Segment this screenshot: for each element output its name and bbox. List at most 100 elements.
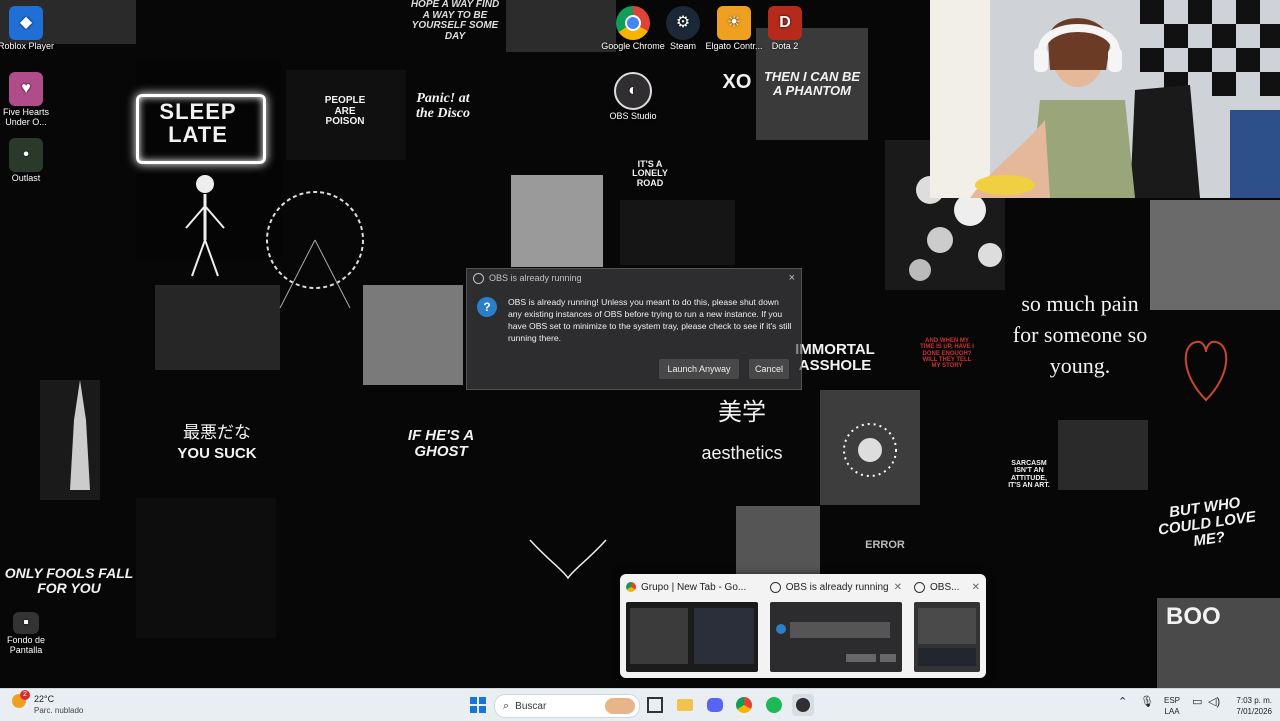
- thumbnail-close-button[interactable]: ✕: [894, 582, 902, 593]
- thumbnail-preview: [914, 602, 980, 672]
- search-icon: ⌕: [503, 699, 510, 712]
- error-text: ERROR: [865, 539, 905, 551]
- people-poison-text: PEOPLE ARE POISON: [324, 95, 366, 127]
- obs-icon: [796, 698, 810, 712]
- collage-tile: [136, 498, 276, 638]
- search-highlight-icon: [605, 698, 635, 714]
- taskbar-file-explorer[interactable]: [674, 694, 696, 716]
- microphone-icon[interactable]: 🎙: [1140, 697, 1154, 708]
- collage-tile: [736, 506, 820, 576]
- but-who-text: BUT WHO COULD LOVE ME?: [1157, 494, 1257, 550]
- thumbnail-title: OBS is already running: [785, 581, 889, 593]
- aesthetics-text: aesthetics: [701, 443, 783, 463]
- thumbnail-close-button[interactable]: ✕: [972, 582, 980, 593]
- lonely-road-text: IT'S A LONELY ROAD: [632, 159, 668, 188]
- desktop-icon-label: OBS Studio: [609, 111, 657, 121]
- tray-overflow-chevron-icon[interactable]: ⌃: [1118, 697, 1127, 708]
- network-icon[interactable]: ▭: [1192, 697, 1202, 708]
- elgato-icon: ☀: [717, 6, 751, 40]
- search-placeholder: Buscar: [515, 700, 547, 712]
- so-much-pain-text: so much pain for someone so young.: [1012, 291, 1148, 378]
- game-icon: ♥: [9, 72, 43, 106]
- desktop-icon-wallpaper[interactable]: ▪ Fondo de Pantalla: [0, 612, 62, 656]
- obs-icon: [914, 581, 925, 593]
- folder-icon: [677, 699, 693, 711]
- firework-icon: [843, 423, 897, 477]
- saiaku-text: 最悪だな: [183, 423, 251, 442]
- dialog-titlebar[interactable]: OBS is already running ×: [467, 269, 801, 287]
- desktop-icon-obs[interactable]: ◐ OBS Studio: [597, 72, 669, 122]
- chrome-icon: [616, 6, 650, 40]
- panic-disco-text: Panic! at the Disco: [415, 91, 471, 121]
- weather-desc: Parc. nublado: [34, 706, 84, 715]
- when-my-time-text: AND WHEN MY TIME IS UP, HAVE I DONE ENOU…: [920, 338, 974, 370]
- collage-tile: [1058, 420, 1148, 490]
- steam-icon: ⚙: [666, 6, 700, 40]
- desktop-icon-label: Roblox Player: [0, 41, 55, 51]
- thumbnail-title: Grupo | New Tab - Go...: [641, 581, 747, 593]
- thumbnail-chrome[interactable]: Grupo | New Tab - Go...: [620, 574, 764, 678]
- obs-icon: ◐: [614, 72, 652, 110]
- obs-icon: [473, 272, 484, 284]
- volume-icon[interactable]: ◁): [1208, 697, 1220, 708]
- immortal-text: IMMORTAL ASSHOLE: [795, 341, 875, 374]
- keyboard-layout: LAA: [1164, 707, 1180, 716]
- only-fools-text: ONLY FOOLS FALL FOR YOU: [4, 565, 134, 596]
- clock-date: 7/01/2026: [1236, 707, 1272, 716]
- bigaku-text: 美学: [718, 399, 766, 426]
- sleep-late-text: SLEEP LATE: [159, 99, 237, 148]
- chrome-icon: [736, 697, 752, 713]
- taskbar: 2 22°C Parc. nublado ⌕ Buscar ⌃ 🎙 ESP LA…: [0, 688, 1280, 721]
- sarcasm-text: SARCASM ISN'T AN ATTITUDE, IT'S AN ART.: [1008, 460, 1050, 490]
- clock-time: 7:03 p. m.: [1236, 696, 1272, 705]
- skeleton-icon: [185, 175, 225, 277]
- taskbar-chrome[interactable]: [733, 694, 755, 716]
- language-code: ESP: [1164, 696, 1181, 705]
- desktop-icon-label: Dota 2: [771, 41, 799, 51]
- roblox-icon: ◆: [9, 6, 43, 40]
- obs-icon: [770, 581, 781, 593]
- desktop-icon-label: Five Hearts Under O...: [2, 107, 49, 127]
- start-button[interactable]: [467, 694, 489, 716]
- task-view-icon: [647, 697, 663, 713]
- ghost-text: IF HE'S A GHOST: [407, 427, 475, 460]
- holding-hands-icon: [529, 539, 607, 580]
- launch-anyway-button[interactable]: Launch Anyway: [659, 359, 739, 379]
- skyscraper-icon: [70, 380, 90, 490]
- collage-tile: [1150, 200, 1280, 310]
- weather-widget[interactable]: 2 22°C Parc. nublado: [10, 690, 100, 718]
- desktop-icon-dota[interactable]: D Dota 2: [749, 6, 821, 52]
- boo-text: BOO: [1166, 603, 1221, 630]
- thumbnail-obs-studio[interactable]: OBS... ✕: [908, 574, 986, 678]
- desktop-icon-outlast[interactable]: • Outlast: [0, 138, 62, 184]
- ferris-wheel-icon: [266, 191, 364, 309]
- thumbnail-preview: [770, 602, 902, 672]
- webcam-feed-image: [930, 0, 1280, 198]
- xo-text: XO: [722, 71, 752, 93]
- collage-tile: [511, 175, 603, 267]
- you-suck-text: YOU SUCK: [177, 445, 257, 462]
- discord-icon: [707, 698, 723, 712]
- taskbar-discord[interactable]: [704, 694, 726, 716]
- phantom-text: THEN I CAN BE A PHANTOM: [763, 69, 861, 98]
- task-view-button[interactable]: [644, 694, 666, 716]
- obs-already-running-dialog: OBS is already running × ? OBS is alread…: [466, 268, 802, 390]
- language-indicator[interactable]: ESP LAA: [1164, 695, 1180, 717]
- desktop-icon-roblox[interactable]: ◆ Roblox Player: [0, 6, 62, 52]
- desktop-icon-label: Outlast: [11, 173, 41, 183]
- taskbar-spotify[interactable]: [763, 694, 785, 716]
- question-icon: ?: [477, 297, 497, 317]
- image-icon: ▪: [13, 612, 39, 634]
- webcam-overlay: [930, 0, 1280, 198]
- dialog-close-button[interactable]: ×: [789, 272, 795, 284]
- collage-tile: [363, 285, 463, 385]
- thumbnail-obs-dialog[interactable]: OBS is already running ✕: [764, 574, 908, 678]
- search-box[interactable]: ⌕ Buscar: [494, 694, 640, 718]
- dialog-title: OBS is already running: [489, 273, 582, 283]
- taskbar-obs[interactable]: [792, 694, 814, 716]
- taskbar-thumbnail-popup: Grupo | New Tab - Go... OBS is already r…: [620, 574, 986, 678]
- cancel-button[interactable]: Cancel: [749, 359, 789, 379]
- chrome-icon: [626, 582, 636, 592]
- clock[interactable]: 7:03 p. m. 7/01/2026: [1228, 695, 1272, 717]
- desktop-icon-five-hearts[interactable]: ♥ Five Hearts Under O...: [0, 72, 62, 128]
